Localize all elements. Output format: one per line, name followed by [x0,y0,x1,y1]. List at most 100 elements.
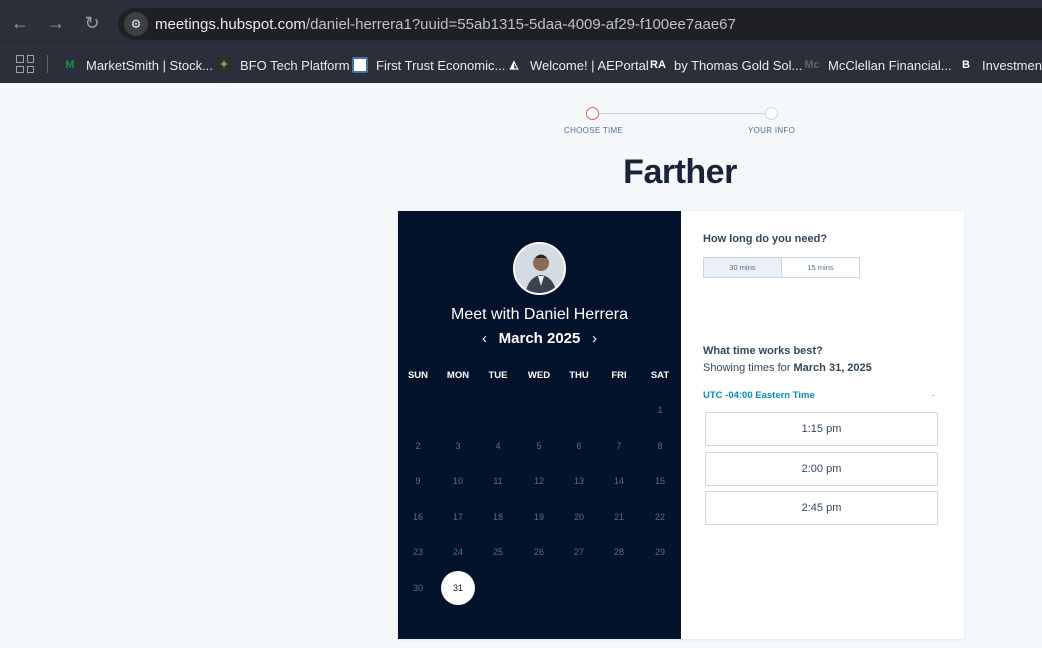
showing-date: March 31, 2025 [793,362,872,374]
step-connector [598,113,773,114]
bookmark-favicon-icon: ✦ [219,59,229,71]
meeting-title: Meet with Daniel Herrera [451,306,628,323]
forward-icon[interactable]: → [43,10,69,36]
duration-option-30[interactable]: 30 mins [704,258,782,277]
calendar-day: 13 [573,476,584,486]
bookmark-label: by Thomas Gold Sol... [674,57,803,73]
bookmark-item[interactable]: M MarketSmith | Stock... [62,54,213,76]
weekday-label: SAT [650,370,670,381]
calendar-day: 15 [654,476,665,486]
browser-toolbar: ← → ↻ ⚙ meetings.hubspot.com/daniel-herr… [0,0,1042,46]
bookmark-label: Welcome! | AEPortal [530,57,649,73]
calendar-day: 3 [455,441,461,451]
site-settings-icon[interactable]: ⚙ [124,12,148,36]
calendar-day: 14 [613,476,624,486]
calendar-day: 24 [452,547,463,557]
duration-question: How long do you need? [703,233,828,245]
weekday-label: THU [569,370,589,381]
calendar-day: 12 [533,476,544,486]
calendar-day-available[interactable]: 31 [441,571,475,605]
time-slot-button[interactable]: 1:15 pm [705,412,938,446]
prev-month-button[interactable]: ‹ [474,330,494,347]
calendar-day: 29 [654,547,665,557]
address-bar[interactable]: ⚙ meetings.hubspot.com/daniel-herrera1?u… [118,8,1042,40]
calendar-day: 2 [415,441,421,451]
duration-toggle: 30 mins 15 mins [703,257,860,278]
calendar-day: 16 [412,512,423,522]
calendar-day: 8 [657,441,663,451]
bookmark-favicon-icon: B [962,59,970,71]
calendar-day: 26 [533,547,544,557]
brand-logo: Farther [623,153,737,191]
bookmarks-divider [47,55,48,73]
url-domain: meetings.hubspot.com [155,16,306,33]
back-icon[interactable]: ← [7,10,33,36]
showing-prefix: Showing times for [703,362,791,374]
calendar-day: 7 [616,441,622,451]
weekday-label: WED [527,370,551,381]
calendar-day: 17 [452,512,463,522]
calendar-day: 22 [654,512,665,522]
avatar-portrait-icon [515,244,564,293]
calendar-day: 21 [613,512,624,522]
next-month-button[interactable]: › [585,330,605,347]
step-your-info-label: YOUR INFO [748,126,796,135]
weekday-label: TUE [488,370,508,381]
calendar-day: 19 [533,512,544,522]
step-choose-time-label: CHOOSE TIME [564,126,624,135]
bookmark-favicon-icon: ◭ [509,59,519,71]
reload-icon[interactable]: ↻ [79,10,105,36]
url-text[interactable]: meetings.hubspot.com/daniel-herrera1?uui… [155,16,736,33]
timezone-caret-icon: - [931,390,935,401]
calendar-day: 5 [536,441,542,451]
weekday-label: FRI [611,370,627,381]
bookmark-label: McClellan Financial... [828,57,952,73]
weekday-label: SUN [407,370,429,381]
month-label: March 2025 [498,330,581,347]
bookmark-favicon-icon [352,57,368,73]
calendar-day: 23 [412,547,423,557]
duration-option-15[interactable]: 15 mins [782,258,859,277]
calendar-day: 10 [452,476,463,486]
step-choose-time-dot [586,107,599,120]
timezone-label: UTC -04:00 Eastern Time [703,390,815,401]
bookmark-item[interactable]: ◭ Welcome! | AEPortal [506,54,649,76]
apps-grid-icon[interactable] [16,55,34,73]
bookmarks-bar: M MarketSmith | Stock... ✦ BFO Tech Platfor… [0,46,1042,83]
month-navigator: ‹ March 2025 › [398,330,681,347]
bookmark-item[interactable]: ✦ BFO Tech Platform [216,54,350,76]
weekday-label: MON [446,370,470,381]
bookmark-item[interactable]: RA by Thomas Gold Sol... [650,54,802,76]
timezone-selector[interactable]: UTC -04:00 Eastern Time - [703,390,935,401]
bookmark-favicon-icon: RA [650,59,666,71]
bookmark-item[interactable]: B Investments [958,54,1042,76]
booking-panel: How long do you need? 30 mins 15 mins Wh… [681,211,964,639]
bookmark-item[interactable]: Mc McClellan Financial... [804,54,952,76]
bookmark-item[interactable]: First Trust Economic... [352,54,505,76]
bookmark-label: BFO Tech Platform [240,57,350,73]
calendar-day: 20 [573,512,584,522]
bookmark-label: MarketSmith | Stock... [86,57,213,73]
calendar-day: 27 [573,547,584,557]
progress-steps: CHOOSE TIME YOUR INFO [556,106,795,136]
time-question: What time works best? [703,345,823,357]
calendar-day: 1 [657,405,663,415]
url-path: /daniel-herrera1?uuid=55ab1315-5daa-4009… [305,16,736,33]
time-slot-button[interactable]: 2:45 pm [705,491,938,525]
time-slot-button[interactable]: 2:00 pm [705,452,938,486]
bookmark-favicon-icon: M [65,59,75,71]
calendar-day: 18 [492,512,503,522]
bookmark-label: First Trust Economic... [376,57,506,73]
browser-chrome: ← → ↻ ⚙ meetings.hubspot.com/daniel-herr… [0,0,1042,83]
calendar-day: 11 [493,476,503,486]
calendar-day: 30 [412,583,423,593]
host-avatar [513,242,566,295]
calendar-panel: Meet with Daniel Herrera ‹ March 2025 › … [398,211,681,639]
bookmark-label: Investments [982,57,1042,73]
calendar-day: 6 [576,441,582,451]
calendar-day: 9 [415,476,421,486]
showing-times-text: Showing times for March 31, 2025 [703,362,872,374]
scheduler-card: Meet with Daniel Herrera ‹ March 2025 › … [398,211,964,639]
step-your-info-dot [765,107,778,120]
calendar-day: 28 [613,547,624,557]
